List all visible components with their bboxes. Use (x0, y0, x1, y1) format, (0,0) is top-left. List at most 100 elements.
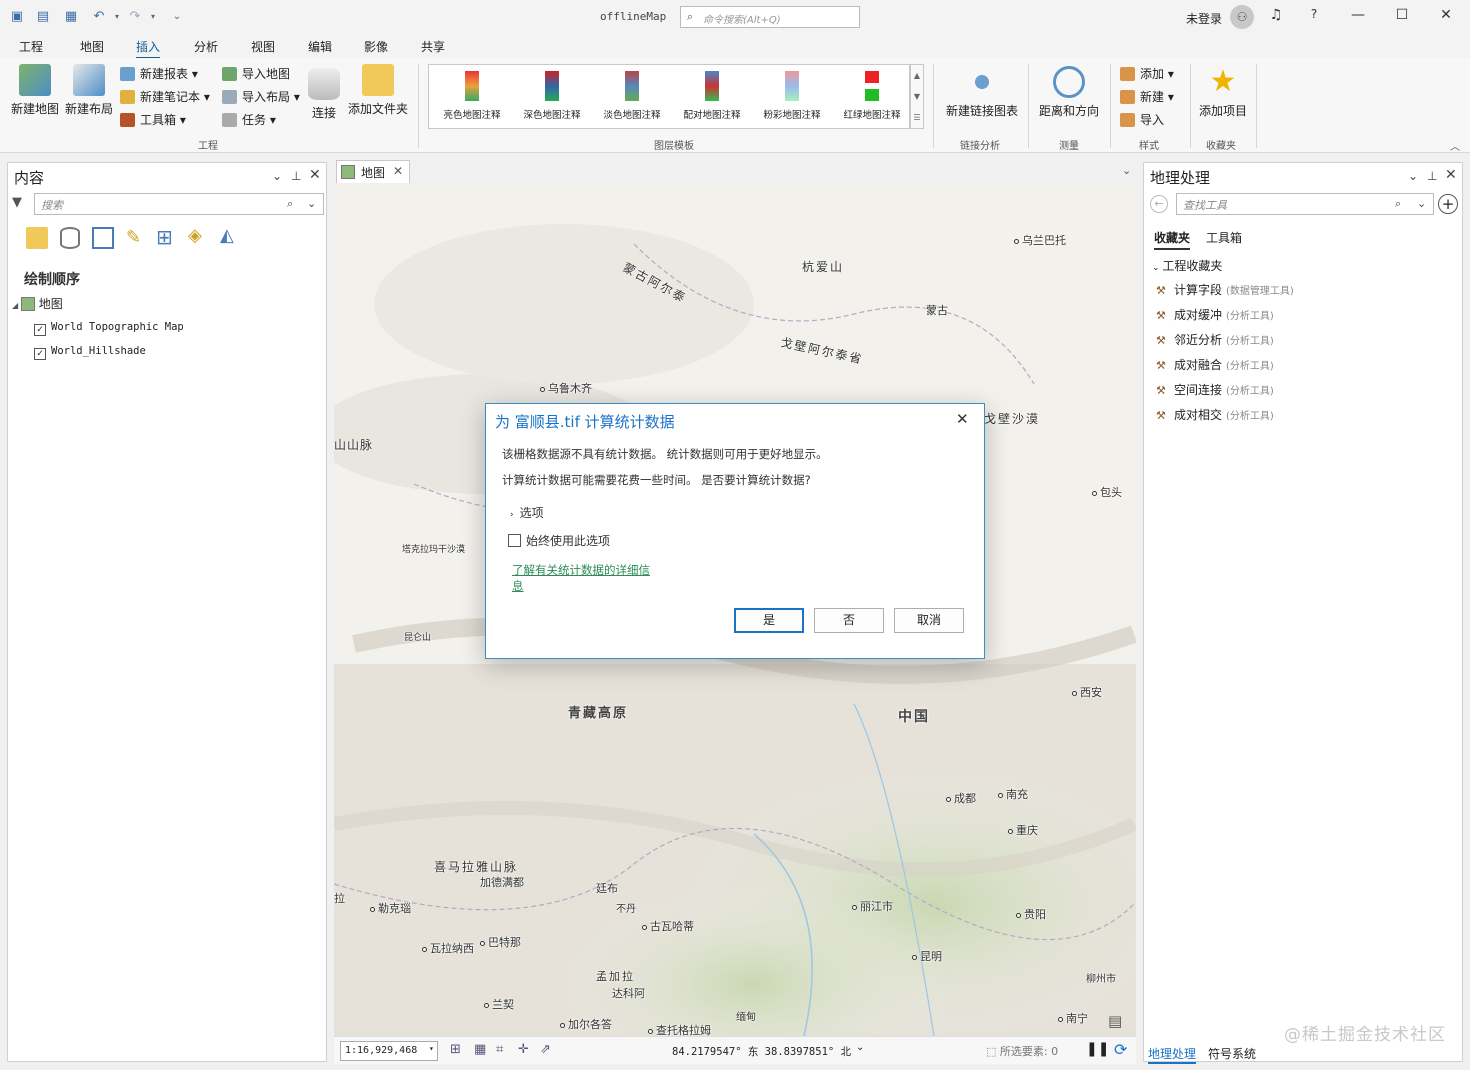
new-map-button[interactable]: 新建地图 (8, 64, 62, 117)
undo-dropdown-icon[interactable]: ▾ (108, 8, 126, 26)
user-avatar-icon[interactable]: ⚇ (1230, 5, 1254, 29)
template-dark[interactable]: 深色地图注释 (513, 69, 591, 125)
tab-insert[interactable]: 插入 (136, 38, 161, 59)
maximize-icon[interactable]: ☐ (1390, 7, 1414, 27)
tool-pairwise-buffer[interactable]: ⚒ 成对缓冲 (分析工具) (1156, 306, 1274, 323)
pin-icon[interactable]: ⊥ (1427, 169, 1437, 183)
options-expander[interactable]: › 选项 (510, 504, 544, 521)
back-icon[interactable]: ← (1150, 195, 1168, 213)
tool-spatial-join[interactable]: ⚒ 空间连接 (分析工具) (1156, 381, 1274, 398)
collapse-icon[interactable]: ◢ (12, 301, 21, 310)
style-import-button[interactable]: 导入 (1120, 110, 1164, 130)
close-pane-icon[interactable]: ✕ (309, 167, 321, 183)
tab-project[interactable]: 工程 (19, 38, 43, 55)
connect-button[interactable]: 连接 (304, 68, 344, 121)
fixed-zoom-icon[interactable]: ⊞ (450, 1042, 461, 1057)
login-status[interactable]: 未登录 (1186, 10, 1222, 27)
style-add-button[interactable]: 添加 ▾ (1120, 64, 1174, 84)
close-icon[interactable]: ✕ (1434, 7, 1458, 27)
close-icon[interactable]: ✕ (956, 410, 969, 428)
grid-icon[interactable]: ▦ (474, 1042, 486, 1057)
close-pane-icon[interactable]: ✕ (1445, 167, 1457, 183)
map-navigator-icon[interactable]: ▤ (1108, 1012, 1122, 1030)
yes-button[interactable]: 是 (734, 608, 804, 633)
tab-list-icon[interactable]: ⌄ (1122, 164, 1131, 177)
map-node[interactable]: ◢ 地图 (12, 295, 63, 312)
minimize-icon[interactable]: — (1346, 7, 1370, 27)
find-tools-input[interactable]: 查找工具 ⌕ ⌄ (1176, 193, 1434, 215)
constraint-icon[interactable]: ✛ (518, 1042, 529, 1057)
tab-share[interactable]: 共享 (421, 38, 445, 55)
close-tab-icon[interactable]: ✕ (393, 164, 403, 178)
command-search-input[interactable]: ⌕ 命令搜索(Alt+Q) (680, 6, 860, 28)
gallery-scroll[interactable]: ▲ ▼ ☰ (910, 64, 924, 129)
add-favorite-item-button[interactable]: ★ 添加项目 (1196, 66, 1250, 119)
new-link-chart-button[interactable]: 新建链接图表 (942, 66, 1022, 119)
toolbox-button[interactable]: 工具箱 ▾ (120, 110, 186, 130)
tab-analysis[interactable]: 分析 (194, 38, 218, 55)
template-muted[interactable]: 淡色地图注释 (593, 69, 671, 125)
pane-menu-icon[interactable]: ⌄ (272, 169, 282, 183)
tab-map[interactable]: 地图 (80, 38, 104, 55)
no-button[interactable]: 否 (814, 608, 884, 633)
chevron-down-icon[interactable]: ⌄ (1417, 197, 1426, 210)
tab-edit[interactable]: 编辑 (308, 38, 332, 55)
gallery-more-icon[interactable]: ☰ (911, 107, 923, 128)
layer-world-topographic[interactable]: ✓ World Topographic Map (34, 321, 184, 336)
template-redgreen[interactable]: 红绿地图注释 (833, 69, 911, 125)
filter-icon[interactable]: ▼ (12, 195, 22, 210)
template-pastel[interactable]: 粉彩地图注释 (753, 69, 831, 125)
distance-direction-button[interactable]: 距离和方向 (1034, 66, 1104, 119)
chevron-down-icon[interactable]: ⌄ (1152, 263, 1162, 273)
template-light[interactable]: 亮色地图注释 (433, 69, 511, 125)
pin-icon[interactable]: ⊥ (291, 169, 301, 183)
new-project-icon[interactable]: ▣ (8, 8, 26, 26)
list-by-selection-icon[interactable] (92, 227, 114, 249)
save-project-icon[interactable]: ▦ (62, 8, 80, 26)
bottom-tab-symbology[interactable]: 符号系统 (1208, 1045, 1256, 1062)
layer-visibility-checkbox[interactable]: ✓ (34, 324, 46, 336)
new-notebook-button[interactable]: 新建笔记本 ▾ (120, 87, 210, 107)
coordinate-format-dropdown-icon[interactable]: ⌄ (856, 1042, 864, 1053)
snapping-icon[interactable]: ⌗ (496, 1042, 503, 1057)
tab-favorites[interactable]: 收藏夹 (1154, 229, 1191, 250)
gallery-up-icon[interactable]: ▲ (911, 65, 923, 86)
always-use-option[interactable]: 始终使用此选项 (508, 532, 610, 549)
add-folder-button[interactable]: 添加文件夹 (346, 64, 410, 117)
help-icon[interactable]: ? (1302, 7, 1326, 27)
add-icon[interactable]: + (1438, 194, 1458, 214)
layer-visibility-checkbox[interactable]: ✓ (34, 348, 46, 360)
redo-dropdown-icon[interactable]: ▾ (144, 8, 162, 26)
tab-view[interactable]: 视图 (251, 38, 275, 55)
redo-icon[interactable]: ↷ (126, 8, 144, 26)
chevron-down-icon[interactable]: ⌄ (307, 197, 316, 210)
cancel-button[interactable]: 取消 (894, 608, 964, 633)
contents-search-input[interactable]: 搜索 ⌕ ⌄ (34, 193, 324, 215)
learn-more-link[interactable]: 了解有关统计数据的详细信息 (512, 562, 650, 594)
new-report-button[interactable]: 新建报表 ▾ (120, 64, 198, 84)
always-use-checkbox[interactable] (508, 534, 521, 547)
undo-icon[interactable]: ↶ (90, 8, 108, 26)
pane-menu-icon[interactable]: ⌄ (1408, 169, 1418, 183)
scale-selector[interactable]: 1:16,929,468 ▾ (340, 1041, 438, 1061)
list-by-snapping-icon[interactable]: ⊞ (156, 225, 173, 249)
list-by-labeling-icon[interactable]: ◈ (188, 225, 202, 246)
refresh-icon[interactable]: ⟳ (1114, 1040, 1127, 1059)
tool-pairwise-dissolve[interactable]: ⚒ 成对融合 (分析工具) (1156, 356, 1274, 373)
chevron-down-icon[interactable]: ▾ (429, 1044, 434, 1053)
new-layout-button[interactable]: 新建布局 (62, 64, 116, 117)
open-project-icon[interactable]: ▤ (34, 8, 52, 26)
list-by-perspective-icon[interactable]: ◭ (220, 225, 234, 246)
template-paired[interactable]: 配对地图注释 (673, 69, 751, 125)
project-favorites-folder[interactable]: ⌄ 工程收藏夹 (1152, 257, 1222, 274)
collapse-ribbon-icon[interactable]: ︿ (1450, 138, 1460, 153)
style-new-button[interactable]: 新建 ▾ (1120, 87, 1174, 107)
task-button[interactable]: 任务 ▾ (222, 110, 276, 130)
layer-world-hillshade[interactable]: ✓ World_Hillshade (34, 345, 146, 360)
import-layout-button[interactable]: 导入布局 ▾ (222, 87, 300, 107)
list-by-editing-icon[interactable]: ✎ (126, 227, 141, 248)
tab-imagery[interactable]: 影像 (364, 38, 388, 55)
list-by-drawing-order-icon[interactable] (26, 227, 48, 249)
tab-toolboxes[interactable]: 工具箱 (1206, 229, 1242, 246)
gallery-down-icon[interactable]: ▼ (911, 86, 923, 107)
